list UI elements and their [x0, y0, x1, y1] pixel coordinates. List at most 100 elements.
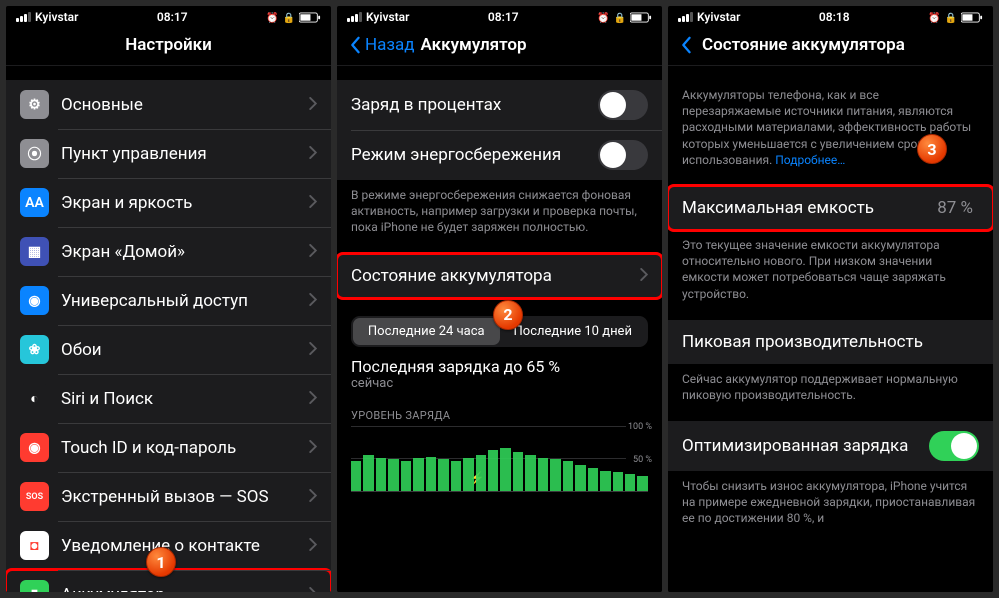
- settings-row-экран-домой-[interactable]: ▦ Экран «Домой»: [6, 227, 331, 276]
- chevron-right-icon: [309, 144, 317, 163]
- row-icon: ▦: [20, 237, 49, 266]
- chevron-left-icon: [349, 36, 361, 54]
- chart-bar: [563, 461, 573, 491]
- settings-row-touch-id-и-код-пароль[interactable]: ◉Touch ID и код-пароль: [6, 423, 331, 472]
- last-charge-sub: сейчас: [337, 376, 662, 399]
- chevron-right-icon: [309, 536, 317, 555]
- settings-row-уведомление-о-контакте[interactable]: ◘Уведомление о контакте1: [6, 521, 331, 570]
- row-label: Основные: [61, 95, 309, 115]
- last-charge-title: Последняя зарядка до 65 %: [337, 355, 662, 376]
- footer-text: Чтобы снизить износ аккумулятора, iPhone…: [668, 471, 993, 527]
- page-title: Состояние аккумулятора: [702, 35, 905, 55]
- carrier-label: Kyivstar: [697, 10, 740, 24]
- footer-text: Это текущее значение емкости аккумулятор…: [668, 230, 993, 302]
- settings-list: ⚙ Основные ⦿ Пункт управления AAЭкран и ярко…: [6, 66, 331, 592]
- row-label: Пункт управления: [61, 144, 309, 164]
- row-label: Экран «Домой»: [61, 242, 309, 262]
- signal-icon: [16, 12, 31, 22]
- toggle-on[interactable]: [929, 431, 979, 461]
- nav-bar: Настройки: [6, 26, 331, 66]
- row-icon: ◘: [20, 531, 49, 560]
- chevron-right-icon: [640, 266, 648, 285]
- settings-row-основные[interactable]: ⚙ Основные: [6, 80, 331, 129]
- status-bar: Kyivstar 08:18: [668, 6, 993, 26]
- row-label: Siri и Поиск: [61, 389, 309, 409]
- back-button[interactable]: [680, 36, 696, 54]
- orientation-lock-icon: [614, 10, 626, 24]
- chart-label: УРОВЕНЬ ЗАРЯДА: [337, 409, 662, 426]
- settings-row-экран-и-яркость[interactable]: AAЭкран и яркость: [6, 178, 331, 227]
- battery-screen: Kyivstar 08:17 Назад Аккумулятор Заряд в…: [337, 6, 662, 592]
- chart-bar: [637, 476, 647, 490]
- row-icon: ❀: [20, 335, 49, 364]
- chart-bar: [376, 458, 386, 491]
- row-icon: ◉: [20, 286, 49, 315]
- row-label: Уведомление о контакте: [61, 536, 309, 556]
- chevron-right-icon: [309, 242, 317, 261]
- footer-text: В режиме энергосбережения снижается фоно…: [337, 180, 662, 236]
- chart-bar: [600, 471, 610, 491]
- battery-percentage-row[interactable]: Заряд в процентах: [337, 80, 662, 130]
- chevron-right-icon: [309, 389, 317, 408]
- carrier-label: Kyivstar: [35, 10, 78, 24]
- alarm-icon: [928, 10, 940, 24]
- chevron-right-icon: [309, 487, 317, 506]
- row-label: Пиковая производительность: [682, 332, 979, 352]
- chart-bar: [401, 461, 411, 491]
- more-link[interactable]: Подробнее…: [775, 153, 845, 167]
- optimized-charging-row[interactable]: Оптимизированная зарядка: [668, 421, 993, 471]
- toggle-off[interactable]: [598, 140, 648, 170]
- row-label: Максимальная емкость: [682, 198, 937, 218]
- row-icon: ◐: [20, 384, 49, 413]
- chart-bar: [500, 448, 510, 490]
- chart-bar: [451, 461, 461, 491]
- seg-24h[interactable]: Последние 24 часа: [353, 318, 500, 345]
- footer-text: Сейчас аккумулятор поддерживает нормальн…: [668, 364, 993, 403]
- row-label: Режим энергосбережения: [351, 145, 598, 165]
- seg-10d[interactable]: Последние 10 дней: [500, 318, 647, 345]
- chart-bar: [413, 458, 423, 491]
- battery-icon: [299, 12, 321, 23]
- chart-bar: [351, 461, 361, 490]
- row-label: Универсальный доступ: [61, 291, 309, 311]
- settings-row-обои[interactable]: ❀ Обои: [6, 325, 331, 374]
- chart-bar: [613, 472, 623, 490]
- chevron-right-icon: [309, 438, 317, 457]
- low-power-mode-row[interactable]: Режим энергосбережения: [337, 130, 662, 180]
- settings-row-пункт-управления[interactable]: ⦿ Пункт управления: [6, 129, 331, 178]
- max-capacity-value: 87 %: [937, 198, 973, 218]
- peak-performance-row[interactable]: Пиковая производительность: [668, 320, 993, 364]
- status-bar: Kyivstar 08:17: [337, 6, 662, 26]
- settings-screen: Kyivstar 08:17 Настройки ⚙Основные⦿Пункт…: [6, 6, 331, 592]
- annotation-marker-3: 3: [917, 134, 947, 164]
- page-title: Аккумулятор: [421, 35, 527, 55]
- chart-bar: [476, 455, 486, 491]
- nav-bar: Назад Аккумулятор: [337, 26, 662, 66]
- row-icon: AA: [20, 188, 49, 217]
- chart-bar: [488, 450, 498, 490]
- signal-icon: [347, 12, 362, 22]
- battery-icon: [961, 12, 983, 23]
- battery-icon: [630, 12, 652, 23]
- annotation-marker-1: 1: [146, 547, 176, 577]
- row-label: Обои: [61, 340, 309, 360]
- nav-bar: Состояние аккумулятора: [668, 26, 993, 66]
- settings-row-универсальный-доступ[interactable]: ◉ Универсальный доступ: [6, 276, 331, 325]
- back-button[interactable]: Назад: [349, 35, 415, 55]
- chevron-right-icon: [309, 95, 317, 114]
- row-icon: ⚙: [20, 90, 49, 119]
- row-label: Touch ID и код-пароль: [61, 438, 309, 458]
- row-label: Аккумулятор: [61, 585, 309, 593]
- battery-health-row[interactable]: Состояние аккумулятора: [337, 254, 662, 298]
- chevron-left-icon: [680, 36, 692, 54]
- chevron-right-icon: [309, 585, 317, 592]
- chart-bar: [625, 474, 635, 490]
- row-icon: ⦿: [20, 139, 49, 168]
- chevron-right-icon: [309, 193, 317, 212]
- settings-row-экстренный-вызов-sos[interactable]: SOSЭкстренный вызов — SOS: [6, 472, 331, 521]
- chart-bar: [463, 458, 473, 491]
- settings-row-siri-и-поиск[interactable]: ◐ Siri и Поиск: [6, 374, 331, 423]
- max-capacity-row[interactable]: Максимальная емкость 87 %: [668, 186, 993, 230]
- toggle-off[interactable]: [598, 90, 648, 120]
- chart-bar: [388, 459, 398, 490]
